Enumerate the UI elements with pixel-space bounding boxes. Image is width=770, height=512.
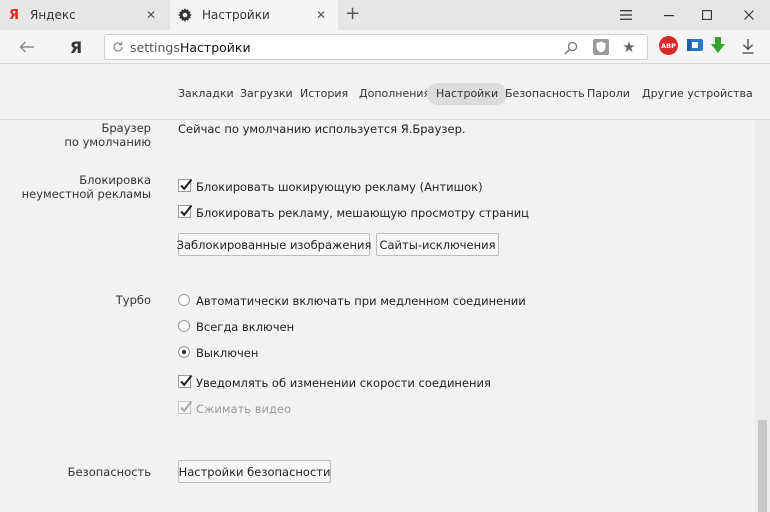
adblock-plus-icon[interactable]: ABP [659, 36, 678, 55]
reload-icon[interactable] [111, 40, 125, 54]
tab-settings[interactable]: Настройки ✕ [170, 0, 338, 30]
gear-icon [178, 8, 192, 22]
address-bar[interactable]: settings Настройки ★ [104, 34, 648, 60]
protect-shield-icon[interactable] [593, 39, 609, 55]
security-label: Безопасность [67, 465, 151, 479]
yandex-home-button[interactable]: Я [68, 37, 84, 57]
block-shock-ads-label: Блокировать шокирующую рекламу (Антишок) [196, 180, 483, 194]
label-line: по умолчанию [64, 135, 151, 149]
scrollbar-thumb[interactable] [758, 420, 767, 512]
search-icon[interactable] [563, 40, 579, 56]
nav-passwords[interactable]: Пароли [587, 83, 630, 105]
tab-title: Яндекс [30, 8, 76, 22]
exception-sites-button[interactable]: Сайты-исключения [376, 233, 499, 256]
browser-toolbar: Я settings Настройки ★ ABP [0, 30, 770, 64]
new-tab-plus-icon[interactable]: + [345, 5, 360, 23]
notify-speed-checkbox[interactable] [178, 374, 193, 388]
turbo-auto-radio[interactable] [178, 294, 190, 306]
yandex-logo-icon: Я [8, 7, 19, 23]
label-line: Браузер [101, 121, 151, 135]
maximize-icon[interactable] [698, 6, 716, 24]
block-annoying-ads-checkbox[interactable] [178, 204, 193, 218]
turbo-always-label: Всегда включен [196, 320, 295, 334]
nav-history[interactable]: История [300, 83, 348, 105]
turbo-auto-label: Автоматически включать при медленном сое… [196, 294, 526, 308]
nav-downloads[interactable]: Загрузки [240, 83, 293, 105]
security-settings-button[interactable]: Настройки безопасности [178, 460, 331, 483]
menu-hamburger-icon[interactable] [617, 6, 635, 24]
tab-title: Настройки [202, 8, 270, 22]
turbo-label: Турбо [115, 293, 151, 307]
nav-security[interactable]: Безопасность [505, 83, 585, 105]
bookmark-star-icon[interactable]: ★ [621, 38, 637, 56]
default-browser-status: Сейчас по умолчанию используется Я.Брауз… [178, 122, 466, 136]
label-line: неуместной рекламы [21, 187, 151, 201]
ad-blocking-label: Блокировка неуместной рекламы [22, 173, 151, 201]
label-line: Блокировка [79, 173, 151, 187]
default-browser-label: Браузер по умолчанию [64, 121, 151, 149]
page-title: Настройки [180, 40, 251, 55]
settings-nav: Закладки Загрузки История Дополнения Нас… [0, 64, 770, 120]
extension-blue-icon[interactable] [686, 37, 704, 53]
tab-strip: Я Яндекс ✕ Настройки ✕ + [0, 0, 770, 30]
tab-yandex[interactable]: Я Яндекс ✕ [0, 0, 168, 30]
block-shock-ads-checkbox[interactable] [178, 178, 193, 192]
tab-close-icon[interactable]: ✕ [316, 8, 326, 22]
compress-video-label: Сжимать видео [196, 402, 292, 416]
back-arrow-icon[interactable] [18, 39, 36, 55]
blocked-images-button[interactable]: Заблокированные изображения [177, 233, 371, 256]
close-window-icon[interactable] [740, 6, 758, 24]
nav-bookmarks[interactable]: Закладки [178, 83, 234, 105]
page-scrollbar[interactable] [755, 120, 770, 512]
turbo-always-radio[interactable] [178, 320, 190, 332]
nav-settings[interactable]: Настройки [427, 83, 508, 105]
nav-extensions[interactable]: Дополнения [359, 83, 430, 105]
block-annoying-ads-label: Блокировать рекламу, мешающую просмотру … [196, 206, 530, 220]
turbo-off-label: Выключен [196, 346, 259, 360]
download-green-arrow-icon[interactable] [710, 36, 726, 54]
turbo-off-radio[interactable] [178, 346, 190, 358]
url-text: settings [130, 40, 180, 55]
downloads-icon[interactable] [740, 37, 756, 55]
minimize-icon[interactable] [660, 6, 678, 24]
tab-close-icon[interactable]: ✕ [146, 8, 156, 22]
nav-other-devices[interactable]: Другие устройства [642, 83, 753, 105]
compress-video-checkbox [178, 400, 193, 414]
notify-speed-label: Уведомлять об изменении скорости соедине… [196, 376, 491, 390]
